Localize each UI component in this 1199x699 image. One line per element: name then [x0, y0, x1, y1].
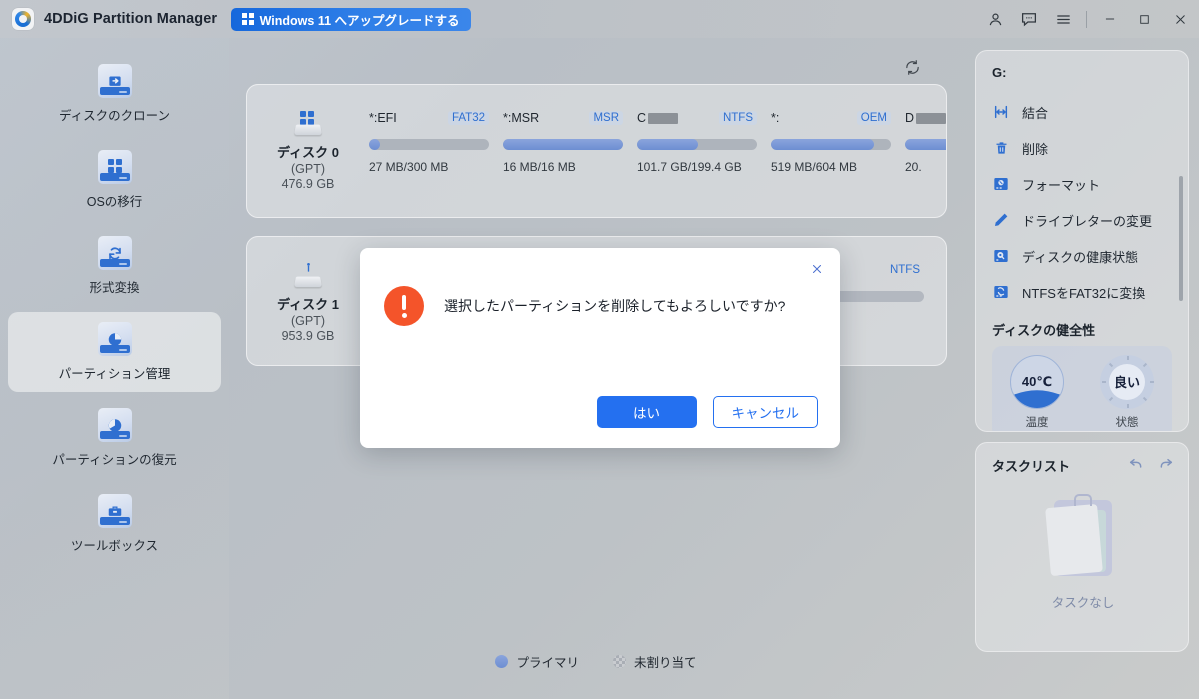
delete-confirm-dialog: 選択したパーティションを削除してもよろしいですか? はい キャンセル [360, 248, 840, 448]
warning-exclamation-icon [384, 286, 424, 326]
close-icon[interactable] [806, 258, 828, 280]
status-value: 良い [1113, 375, 1140, 390]
dialog-message: 選択したパーティションを削除してもよろしいですか? [444, 297, 786, 314]
dialog-footer: はい キャンセル [596, 396, 818, 428]
status-gauge-icon: 良い [1100, 354, 1154, 409]
modal-overlay: 選択したパーティションを削除してもよろしいですか? はい キャンセル [0, 0, 1199, 699]
temperature-gauge-icon: 40℃ [1010, 354, 1064, 409]
cancel-button[interactable]: キャンセル [712, 396, 818, 428]
temperature-value: 40℃ [1021, 373, 1053, 389]
confirm-yes-button[interactable]: はい [596, 396, 697, 428]
